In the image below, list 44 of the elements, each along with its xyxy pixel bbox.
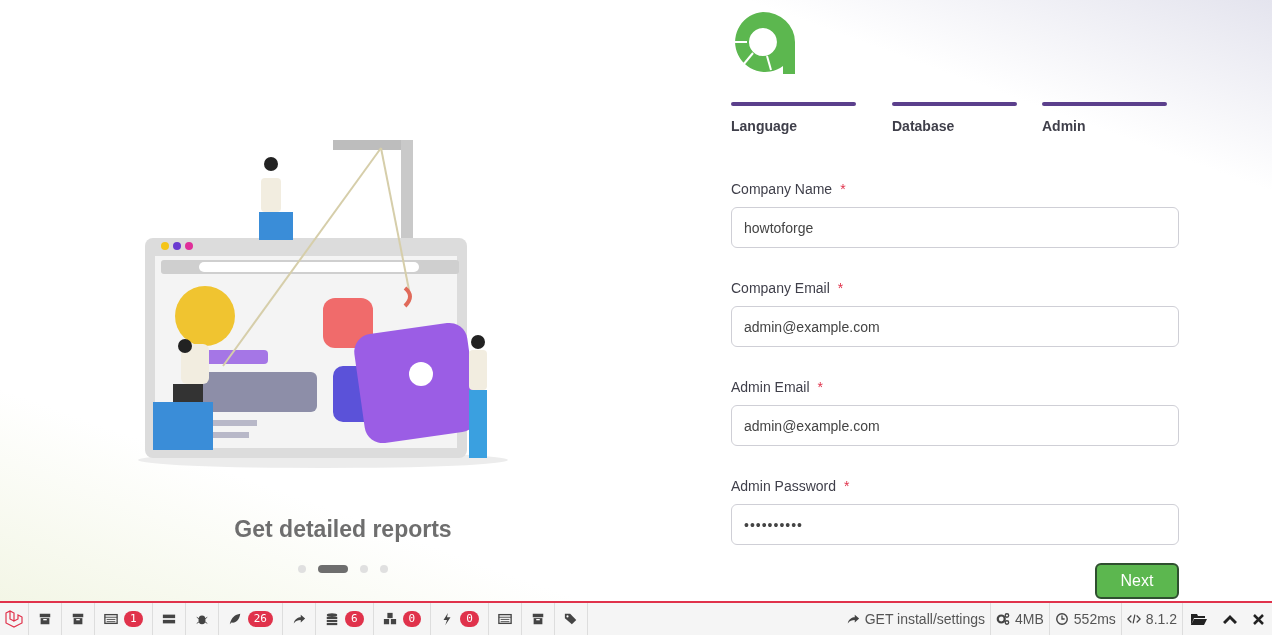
field-label: Admin Password (731, 477, 837, 496)
close-icon[interactable] (1253, 613, 1264, 625)
count-badge: 0 (402, 611, 422, 627)
field-label: Admin Email (731, 378, 810, 397)
step-label: Admin (1042, 117, 1087, 136)
count-badge: 0 (460, 611, 479, 627)
required-mark: * (840, 180, 846, 199)
password-field[interactable]: •••••••••• (731, 504, 1179, 545)
slide-caption: Get detailed reports (234, 515, 452, 544)
status-text: 4MB (1015, 609, 1044, 629)
table-icon[interactable] (497, 612, 512, 626)
cube-logo-icon[interactable] (4, 609, 24, 629)
field-label: Company Name (731, 180, 833, 199)
count-badge: 6 (344, 611, 364, 627)
input-field[interactable]: howtoforge (731, 207, 1179, 248)
step-label: Language (731, 117, 799, 136)
folder-icon[interactable] (1191, 612, 1207, 626)
status-text: 552ms (1073, 609, 1116, 629)
count-badge: 26 (247, 611, 273, 627)
field-label: Company Email (731, 279, 830, 298)
archive-icon[interactable] (71, 612, 85, 626)
status-text: 8.1.2 (1145, 609, 1177, 629)
archive-icon[interactable] (38, 612, 52, 626)
server-icon[interactable] (161, 612, 176, 626)
gears-icon (996, 612, 1011, 626)
code-icon (1126, 612, 1141, 626)
arrow-icon (845, 612, 860, 626)
required-mark: * (844, 477, 850, 496)
leaf-icon[interactable] (227, 612, 242, 626)
archive-icon[interactable] (530, 612, 545, 626)
cubes-icon[interactable] (382, 612, 397, 626)
database-icon[interactable] (324, 612, 339, 626)
count-badge: 1 (124, 611, 143, 627)
required-mark: * (817, 378, 824, 397)
required-mark: * (837, 279, 844, 298)
table-icon[interactable] (104, 612, 118, 626)
clock-icon (1054, 612, 1069, 626)
tag-icon[interactable] (563, 612, 578, 626)
chevron-up-icon[interactable] (1223, 614, 1237, 624)
input-field[interactable]: admin@example.com (731, 306, 1179, 347)
arrow-icon[interactable] (291, 612, 306, 626)
step-label: Database (892, 117, 956, 136)
input-field[interactable]: admin@example.com (731, 405, 1179, 446)
status-text: GET install/settings (864, 609, 986, 629)
